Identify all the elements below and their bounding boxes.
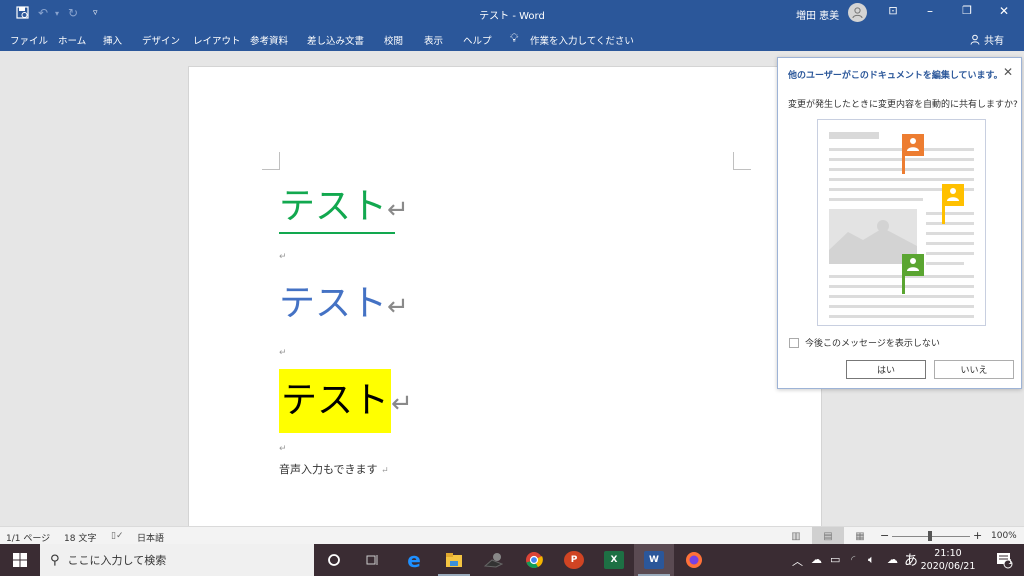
ribbon-tabs: ファイル ホーム 挿入 デザイン レイアウト 参考資料 差し込み文書 校閲 表示… [0, 28, 1024, 51]
share-button[interactable]: 共有 [970, 32, 1004, 47]
taskbar-clock[interactable]: 21:10 2020/06/21 [920, 547, 976, 573]
share-person-icon [970, 34, 980, 45]
dont-show-again-checkbox[interactable]: 今後このメッセージを表示しない [789, 336, 940, 349]
text-blue: テスト [279, 283, 388, 324]
powerpoint-icon[interactable]: P [554, 544, 594, 576]
search-placeholder: ここに入力して検索 [67, 554, 167, 567]
notification-count: 1 [1008, 558, 1013, 566]
zoom-out-button[interactable]: − [880, 529, 889, 542]
tab-file[interactable]: ファイル [10, 33, 48, 47]
tab-references[interactable]: 参考資料 [250, 33, 288, 47]
tab-mailings[interactable]: 差し込み文書 [307, 33, 364, 47]
title-bar: ↶ ▾ ↻ ▿ テスト - Word 増田 恵美 ⊡ – ❐ ✕ [0, 0, 1024, 28]
tab-layout[interactable]: レイアウト [193, 33, 241, 47]
coauthoring-illustration [817, 119, 986, 326]
cloud-upload-icon[interactable]: ☁ [887, 553, 898, 566]
tab-view[interactable]: 表示 [424, 33, 443, 47]
ribbon-display-options-icon[interactable]: ⊡ [883, 4, 903, 17]
zoom-in-button[interactable]: + [973, 529, 982, 542]
coauthoring-popup: 他のユーザーがこのドキュメントを編集しています。 ✕ 変更が発生したときに変更内… [777, 57, 1022, 389]
tell-me-search[interactable]: 作業を入力してください [530, 33, 634, 47]
flag-yellow [942, 184, 964, 224]
paragraph-mark: ↵ [387, 195, 409, 225]
user-name[interactable]: 増田 恵美 [796, 7, 839, 22]
close-button[interactable]: ✕ [994, 4, 1014, 18]
web-layout-button[interactable]: ▦ [844, 527, 876, 545]
task-view-icon[interactable] [352, 544, 392, 576]
window-title: テスト - Word [479, 11, 545, 22]
clock-date: 2020/06/21 [920, 561, 976, 572]
paragraph-blue[interactable]: テスト↵ [279, 282, 409, 329]
close-icon[interactable]: ✕ [1003, 65, 1013, 79]
paragraph-mark: ↵ [381, 466, 389, 476]
show-hidden-icons-chevron[interactable]: ︿ [792, 553, 803, 569]
paragraph-mark: ↵ [279, 348, 287, 358]
share-label: 共有 [984, 36, 1004, 47]
chrome-icon[interactable] [514, 544, 554, 576]
ime-indicator[interactable]: あ [904, 550, 918, 570]
paragraph-voice[interactable]: 音声入力もできます ↵ [279, 461, 389, 477]
edge-icon[interactable]: e [394, 544, 434, 576]
tab-design[interactable]: デザイン [142, 33, 180, 47]
person-icon [852, 7, 863, 19]
taskbar: ⚲ ここに入力して検索 e P X W ︿ ☁ ▭ ◜ 🔈︎ ☁ あ 21:10… [0, 544, 1024, 576]
language[interactable]: 日本語 [137, 531, 164, 544]
paragraph-green[interactable]: テスト↵ [279, 185, 409, 232]
margin-marker-top-left [262, 152, 280, 170]
excel-icon[interactable]: X [594, 544, 634, 576]
page-count[interactable]: 1/1 ページ [6, 531, 50, 544]
margin-marker-top-right [733, 152, 751, 170]
wifi-icon[interactable]: ◜ [851, 553, 855, 566]
tab-review[interactable]: 校閲 [384, 33, 403, 47]
taskbar-search[interactable]: ⚲ ここに入力して検索 [40, 544, 314, 576]
battery-icon[interactable]: ▭ [830, 553, 840, 566]
text-green: テスト [279, 186, 388, 227]
status-bar: 1/1 ページ 18 文字 ▯✓ 日本語 ▥ ▤ ▦ − + 100% [0, 526, 1024, 545]
search-icon: ⚲ [50, 552, 60, 568]
lightbulb-icon: 💡︎ [510, 31, 519, 45]
minimize-button[interactable]: – [920, 4, 940, 18]
green-underline [279, 232, 395, 234]
clock-time: 21:10 [934, 548, 962, 559]
windows-logo-icon [13, 553, 27, 567]
volume-icon[interactable]: 🔈︎ [868, 553, 875, 567]
print-layout-button[interactable]: ▤ [812, 527, 844, 545]
file-explorer-icon[interactable] [434, 544, 474, 576]
start-button[interactable] [0, 544, 40, 576]
zoom-slider-thumb[interactable] [928, 531, 932, 541]
restore-button[interactable]: ❐ [957, 4, 977, 17]
document-page[interactable]: テスト↵ ↵ テスト↵ ↵ テスト↵ ↵ 音声入力もできます ↵ [188, 66, 822, 536]
cortana-icon[interactable] [314, 544, 354, 576]
paragraph-mark: ↵ [279, 444, 287, 454]
tab-insert[interactable]: 挿入 [103, 33, 122, 47]
paragraph-highlighted[interactable]: テスト↵ [279, 369, 413, 433]
popup-title: 他のユーザーがこのドキュメントを編集しています。 [788, 71, 1003, 81]
word-count[interactable]: 18 文字 [64, 531, 96, 544]
paragraph-mark: ↵ [387, 292, 409, 322]
read-mode-button[interactable]: ▥ [780, 527, 812, 545]
voice-text: 音声入力もできます [279, 463, 378, 476]
paragraph-mark: ↵ [391, 389, 413, 419]
popup-question: 変更が発生したときに変更内容を自動的に共有しますか? [788, 100, 1018, 110]
text-highlighted: テスト [279, 369, 392, 433]
onedrive-icon[interactable]: ☁ [811, 553, 822, 566]
paragraph-mark: ↵ [279, 252, 287, 262]
firefox-icon[interactable] [674, 544, 714, 576]
checkbox[interactable] [789, 337, 799, 348]
app-icon[interactable] [474, 544, 514, 576]
word-icon[interactable]: W [634, 544, 674, 576]
zoom-level[interactable]: 100% [991, 531, 1017, 541]
notification-center-icon[interactable]: 1 [984, 544, 1024, 576]
tab-home[interactable]: ホーム [58, 33, 86, 47]
tab-help[interactable]: ヘルプ [463, 33, 492, 47]
yes-button[interactable]: はい [846, 360, 926, 379]
checkbox-label: 今後このメッセージを表示しない [805, 339, 940, 349]
proofing-icon[interactable]: ▯✓ [111, 531, 124, 541]
user-avatar[interactable] [848, 3, 867, 22]
no-button[interactable]: いいえ [934, 360, 1014, 379]
